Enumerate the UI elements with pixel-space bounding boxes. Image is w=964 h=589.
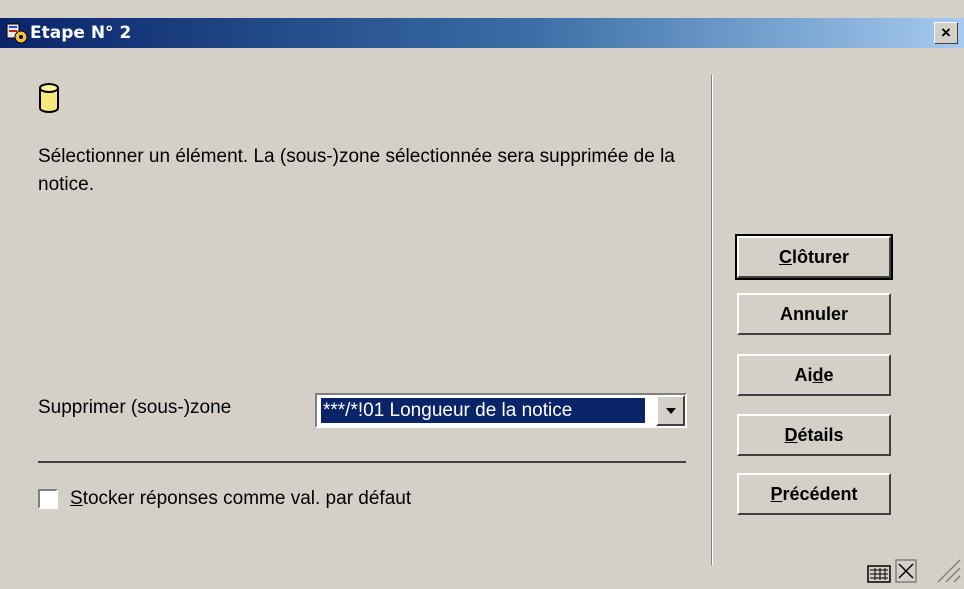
label-part: Ai xyxy=(794,365,813,385)
store-defaults-checkbox[interactable] xyxy=(38,489,58,509)
label-part: e xyxy=(823,365,834,385)
select-value: ***/*!01 Longueur de la notice xyxy=(321,398,645,423)
close-dialog-button[interactable]: Clôturer xyxy=(735,234,893,280)
vertical-divider xyxy=(711,75,713,565)
title-bar[interactable]: Etape N° 2 × xyxy=(0,18,964,48)
dropdown-button[interactable] xyxy=(656,395,685,426)
label-part: Annuler xyxy=(779,304,848,324)
divider xyxy=(38,461,686,463)
mnemonic: C xyxy=(778,247,792,267)
field-select[interactable]: ***/*!01 Longueur de la notice xyxy=(315,393,687,428)
database-icon xyxy=(38,82,60,114)
label-text: tocker réponses comme val. par défaut xyxy=(82,488,412,509)
resize-grip-icon[interactable] xyxy=(937,559,961,583)
close-icon: × xyxy=(941,23,951,42)
dialog-window: Etape N° 2 × Sélectionner un élément. La… xyxy=(0,0,964,584)
label-part: lôturer xyxy=(791,247,849,267)
help-button[interactable]: Aide xyxy=(737,354,891,396)
instruction-text: Sélectionner un élément. La (sous-)zone … xyxy=(38,146,675,195)
label-part: étails xyxy=(797,425,844,445)
label-part: récédent xyxy=(782,484,858,504)
app-icon xyxy=(6,22,28,44)
previous-button[interactable]: Précédent xyxy=(737,473,891,515)
cancel-button[interactable]: Annuler xyxy=(737,293,891,335)
status-bar-icons xyxy=(866,558,964,584)
maximize-icon[interactable] xyxy=(895,559,917,583)
keyboard-icon[interactable] xyxy=(867,565,891,583)
close-button[interactable]: × xyxy=(934,22,958,44)
chevron-down-icon xyxy=(666,408,676,414)
delete-field-label: Supprimer (sous-)zone xyxy=(38,397,232,418)
mnemonic: S xyxy=(70,488,83,509)
mnemonic: d xyxy=(812,365,824,385)
details-button[interactable]: Détails xyxy=(737,414,891,456)
window-title: Etape N° 2 xyxy=(30,23,132,43)
mnemonic: D xyxy=(784,425,798,445)
mnemonic: P xyxy=(770,484,783,504)
store-defaults-label[interactable]: Stocker réponses comme val. par défaut xyxy=(70,488,411,510)
